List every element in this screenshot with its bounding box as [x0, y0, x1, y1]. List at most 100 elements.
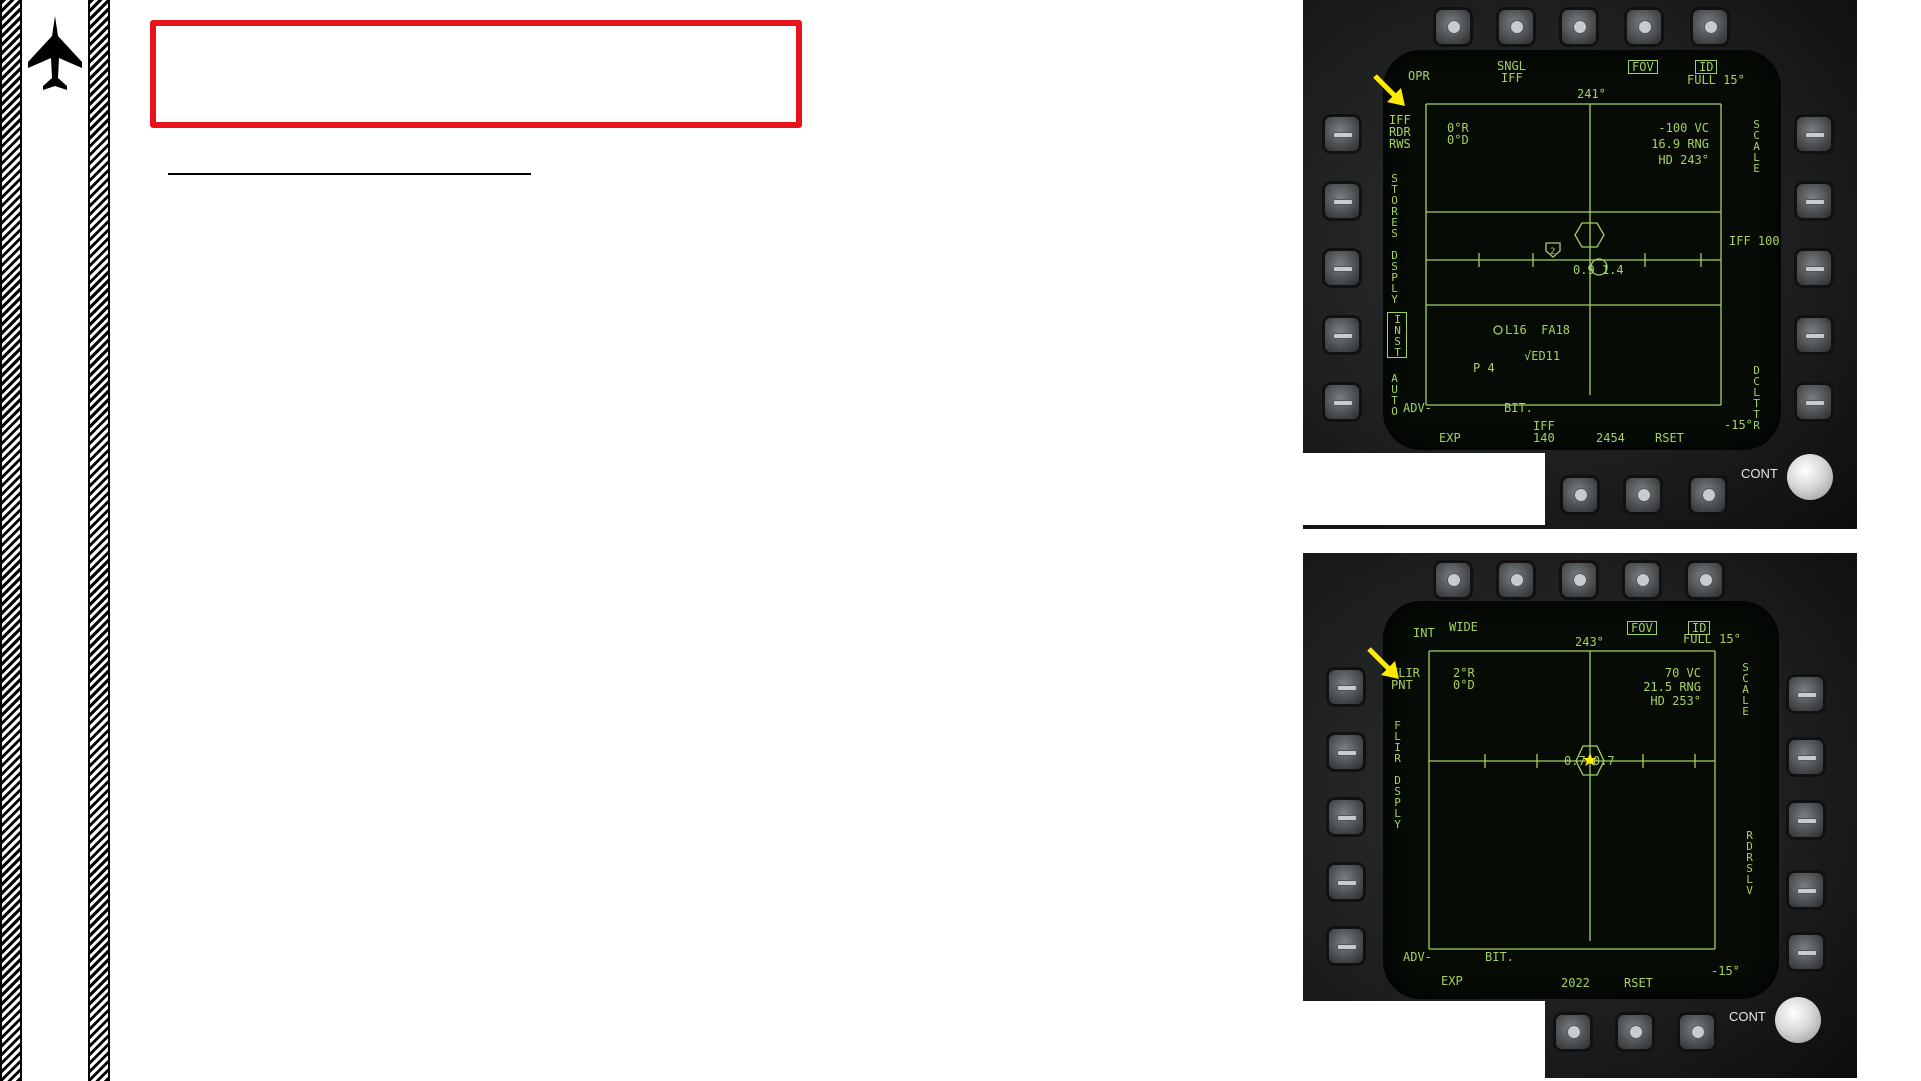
elevation-readout: 0°D	[1453, 678, 1475, 692]
mfd-top-button-5[interactable]	[1693, 10, 1727, 44]
closure-readout: 70 VC	[1664, 666, 1701, 680]
mfd-top-button-2[interactable]	[1499, 10, 1533, 44]
fighter-jet-icon	[28, 16, 82, 90]
bit-label: BIT.	[1485, 950, 1514, 964]
track-range-label: 0.7 0.7	[1564, 754, 1615, 768]
contrast-knob[interactable]	[1775, 997, 1821, 1043]
code-label: 2022	[1561, 976, 1590, 990]
range-readout: 21.5 RNG	[1643, 680, 1701, 694]
mfd-bottom-button-5[interactable]	[1680, 1015, 1714, 1049]
iff-range-label: IFF 100	[1729, 234, 1780, 248]
mfd-left-button-3[interactable]	[1329, 800, 1363, 834]
mfd-bottom-button-3[interactable]	[1563, 478, 1597, 512]
exp-label: EXP	[1441, 974, 1463, 988]
flir-reticle	[1428, 650, 1716, 950]
heading-tape: 241°	[1577, 87, 1606, 101]
mfd-bottom-button-4[interactable]	[1626, 478, 1660, 512]
mfd-right-button-4[interactable]	[1789, 873, 1823, 907]
mfd-right-button-3[interactable]	[1789, 803, 1823, 837]
inst-label: INST	[1387, 312, 1407, 358]
mfd-right-button-1[interactable]	[1797, 117, 1831, 151]
rset-label: RSET	[1655, 431, 1684, 445]
full-fov-label: FULL 15°	[1683, 632, 1741, 646]
mfd-left-button-2[interactable]	[1329, 735, 1363, 769]
contrast-knob[interactable]	[1787, 454, 1833, 500]
contact-number: 2	[1550, 247, 1556, 257]
mfd-right-button-3[interactable]	[1797, 251, 1831, 285]
mfd-top-button-2[interactable]	[1499, 563, 1533, 597]
mfd-top-button-1[interactable]	[1436, 563, 1470, 597]
mfd-left-button-4[interactable]	[1329, 865, 1363, 899]
heading-tape: 243°	[1575, 635, 1604, 649]
highlight-arrow-icon	[1373, 74, 1405, 106]
caption-cover-box	[1303, 1001, 1545, 1078]
scale-label: SCALE	[1739, 661, 1752, 716]
highlight-arrow-icon	[1367, 647, 1399, 679]
auto-label: AUTO	[1388, 372, 1401, 416]
mfd-left-button-1[interactable]	[1329, 670, 1363, 704]
elevation-readout: 0°D	[1447, 133, 1469, 147]
mfd-top-button-4[interactable]	[1625, 563, 1659, 597]
flir-reticle	[1425, 103, 1722, 406]
mode-label: OPR	[1408, 69, 1430, 83]
mfd-right-button-5[interactable]	[1789, 935, 1823, 969]
full-fov-label: FULL 15°	[1687, 73, 1745, 87]
mfd-top-button-5[interactable]	[1688, 563, 1722, 597]
rset-label: RSET	[1624, 976, 1653, 990]
p4-label: P 4	[1473, 361, 1495, 375]
exp-label: EXP	[1439, 431, 1461, 445]
iff-channel-label: IFF 140	[1533, 419, 1555, 445]
mfd-left-button-4[interactable]	[1325, 318, 1359, 352]
mfd-top-button-4[interactable]	[1627, 10, 1661, 44]
range-readout: 16.9 RNG	[1651, 137, 1709, 151]
mfd-screen-top: OPR SNGL IFF FOV ID FULL 15° 241° IFF RD…	[1383, 50, 1781, 450]
track-range-label: 0.9 1.4	[1573, 263, 1624, 277]
mfd-bottom-button-5[interactable]	[1691, 478, 1725, 512]
mfd-screen-bottom: INT WIDE FOV ID FULL 15° 243° FLIR PNT F…	[1383, 601, 1779, 999]
mfd-right-button-4[interactable]	[1797, 318, 1831, 352]
caption-cover-box	[1303, 453, 1545, 525]
mfd-left-button-5[interactable]	[1329, 929, 1363, 963]
adv-label: ADV-	[1403, 950, 1432, 964]
cont-label: CONT	[1729, 1009, 1766, 1024]
right-rail-hatch	[88, 0, 110, 1081]
mfd-display-bottom: INT WIDE FOV ID FULL 15° 243° FLIR PNT F…	[1303, 553, 1857, 1078]
rdr-slv-label: RDRSLV	[1743, 829, 1756, 895]
fov-button-label: FOV	[1627, 621, 1657, 635]
mfd-display-top: OPR SNGL IFF FOV ID FULL 15° 241° IFF RD…	[1303, 0, 1857, 529]
iff-label: IFF	[1501, 71, 1523, 85]
title-underline	[168, 173, 531, 175]
mfd-top-button-1[interactable]	[1436, 10, 1470, 44]
mfd-top-button-3[interactable]	[1562, 563, 1596, 597]
left-rail-hatch	[0, 0, 22, 1081]
heading-readout: HD 243°	[1658, 153, 1709, 167]
fov-button-label: FOV	[1628, 60, 1658, 74]
flir-dsply-label: FLIR DSPLY	[1391, 719, 1404, 829]
title-box	[150, 20, 802, 128]
mfd-bottom-button-3[interactable]	[1556, 1015, 1590, 1049]
mfd-right-button-2[interactable]	[1789, 740, 1823, 774]
wide-label: WIDE	[1449, 620, 1478, 634]
mfd-right-button-5[interactable]	[1797, 385, 1831, 419]
mfd-left-button-2[interactable]	[1325, 184, 1359, 218]
l16-label: L16 FA18	[1505, 323, 1571, 337]
stores-dsply-label: STORES DSPLY	[1388, 172, 1401, 304]
sensor-mode-rws: RWS	[1389, 137, 1411, 151]
mfd-left-button-1[interactable]	[1325, 117, 1359, 151]
scale-label: SCALE	[1750, 118, 1763, 173]
cont-label: CONT	[1741, 466, 1778, 481]
heading-readout: HD 253°	[1650, 694, 1701, 708]
mode-label: INT	[1413, 626, 1435, 640]
elevation-limit-label: -15°	[1711, 964, 1740, 978]
code-label: 2454	[1596, 431, 1625, 445]
mfd-right-button-2[interactable]	[1797, 184, 1831, 218]
mfd-left-button-5[interactable]	[1325, 385, 1359, 419]
mfd-right-button-1[interactable]	[1789, 677, 1823, 711]
mfd-bottom-button-4[interactable]	[1618, 1015, 1652, 1049]
id-button-label: ID	[1695, 60, 1718, 74]
mfd-top-button-3[interactable]	[1562, 10, 1596, 44]
ed11-label: √ED11	[1524, 349, 1561, 363]
mfd-left-button-3[interactable]	[1325, 251, 1359, 285]
closure-readout: -100 VC	[1658, 121, 1709, 135]
adv-label: ADV-	[1403, 401, 1432, 415]
